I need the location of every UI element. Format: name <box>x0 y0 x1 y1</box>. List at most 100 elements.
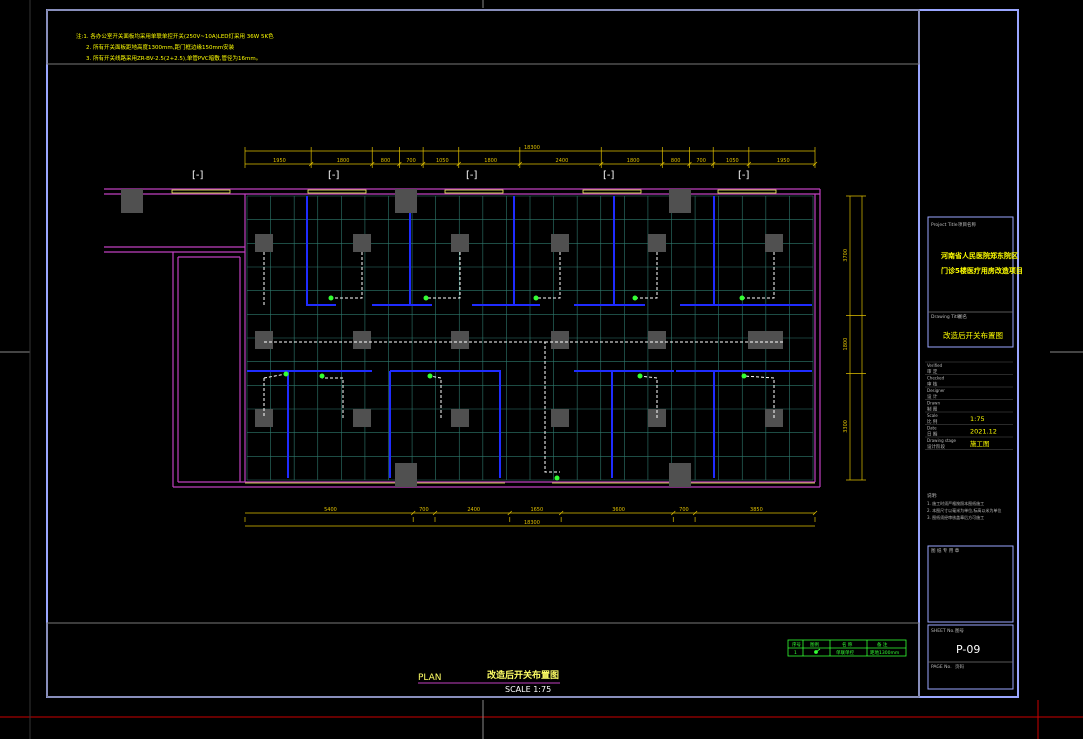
ceiling-light <box>765 331 783 349</box>
legend-header-no: 序号 <box>792 641 801 648</box>
ceiling-light <box>255 331 273 349</box>
door-marker-1: [-] <box>192 170 204 181</box>
sheet-no-label: SHEET No. <box>931 628 955 634</box>
bottom-dimension-total: 18300 <box>524 520 540 526</box>
legend-row-name: 单联单控 <box>836 649 854 656</box>
ceiling-light <box>551 331 569 349</box>
sheet-frame <box>46 9 1019 698</box>
switch-symbol <box>328 295 334 301</box>
right-dimension-segment: 1800 <box>843 338 849 351</box>
page-label: PAGE No. <box>931 664 952 670</box>
tb-row-value: 施工图 <box>970 439 990 448</box>
switches <box>283 295 747 481</box>
plan-title: 改造后开关布置图 <box>487 669 559 681</box>
right-dimension-segment: 3700 <box>843 249 849 262</box>
door-marker-4: [-] <box>603 170 615 181</box>
switch-symbol <box>533 295 539 301</box>
page-cn: 页码 <box>955 663 964 670</box>
top-dimension-segment: 1050 <box>436 158 449 164</box>
ceiling-light <box>353 331 371 349</box>
top-dimension-segment: 800 <box>671 158 681 164</box>
switch-wiring <box>263 252 785 473</box>
project-name-line-1: 河南省人民医院郑东院区 <box>941 251 1018 260</box>
tb-row-value: 1:75 <box>970 415 985 423</box>
top-dimension-segment: 1800 <box>337 158 350 164</box>
tb-row-cn-label: 日 期 <box>927 432 938 438</box>
ceiling-light <box>648 331 666 349</box>
remark-2: 2. 本图尺寸以毫米为单位,标高以米为单位 <box>927 507 1001 513</box>
sheet-number-box: SHEET No. 图号 P-09 PAGE No. 页码 <box>927 624 1014 690</box>
ceiling-light <box>748 331 766 349</box>
ceiling-light <box>353 409 371 427</box>
top-dimension-segment: 700 <box>406 158 416 164</box>
tb-row-cn-label: 设 计 <box>927 393 938 400</box>
right-dimension-segment: 3300 <box>843 420 849 433</box>
tb-row-cn-label: 比 例 <box>927 418 938 425</box>
bottom-dimension-segment: 3600 <box>612 507 625 513</box>
switch-symbol <box>283 371 289 377</box>
stamp-label: 图 纸 专 用 章 <box>931 547 960 554</box>
legend-row-no: 1 <box>794 650 797 656</box>
plan-title-group: PLAN 改造后开关布置图 SCALE 1:75 <box>418 669 560 694</box>
switch-symbol <box>319 373 325 379</box>
switch-symbol <box>554 475 560 481</box>
remarks-title: 说明: <box>927 492 938 499</box>
drawing-title: 改造后开关布置图 <box>943 330 1003 340</box>
ceiling-lights <box>255 234 783 427</box>
tb-row-en-label: Checked <box>927 376 945 381</box>
door-marker-2: [-] <box>328 170 340 181</box>
sheet-number: P-09 <box>956 643 980 656</box>
crosshair-cursor <box>0 0 1083 739</box>
note-line-3: 3. 所有开关线路采用ZR-BV-2.5(2+2.5),单管PVC暗敷,管径为1… <box>86 54 261 62</box>
remarks-block: 说明: 1. 施工时须严格按照本图纸施工 2. 本图尺寸以毫米为单位,标高以米为… <box>927 492 1001 520</box>
ceiling-light <box>451 409 469 427</box>
switch-symbol <box>739 295 745 301</box>
switch-symbol <box>741 373 747 379</box>
top-dimension-segment: 1800 <box>484 158 497 164</box>
legend-header-name: 名 称 <box>842 641 853 648</box>
door-markers: [-] [-] [-] [-] [-] <box>192 170 750 181</box>
tb-row-cn-label: 审 核 <box>927 381 938 388</box>
top-dimension-segment: 1950 <box>273 158 286 164</box>
cad-drawing-canvas: 注:1. 各办公室开关面板均采用单联单控开关(250V~10A)LED灯采用 3… <box>0 0 1083 739</box>
plan-scale: SCALE 1:75 <box>505 685 551 694</box>
tb-row-en-label: Drawing stage <box>927 438 957 443</box>
bottom-dimension-segment: 3850 <box>750 507 763 513</box>
tb-row-value: 2021.12 <box>970 428 997 436</box>
ceiling-light <box>551 234 569 252</box>
project-title-label: Project Title <box>931 222 958 228</box>
top-dimension-segment: 1800 <box>627 158 640 164</box>
remark-1: 1. 施工时须严格按照本图纸施工 <box>927 500 984 506</box>
tb-row-cn-label: 审 定 <box>927 368 938 375</box>
ceiling-light <box>255 409 273 427</box>
drawing-title-cn: 图名 <box>958 313 967 320</box>
switch-symbol <box>427 373 433 379</box>
stamp-box: 图 纸 专 用 章 <box>927 545 1014 623</box>
bottom-dimension-segment: 5400 <box>324 507 337 513</box>
note-line-1: 注:1. 各办公室开关面板均采用单联单控开关(250V~10A)LED灯采用 3… <box>76 32 274 40</box>
top-dimension-total: 18300 <box>524 145 540 151</box>
legend-row-remark: 距地1300mm <box>870 649 899 656</box>
ceiling-light <box>648 234 666 252</box>
tb-row-cn-label: 制 图 <box>927 406 938 413</box>
note-line-2: 2. 所有开关面板距地高度1300mm,距门框边缘150mm安装 <box>86 43 235 51</box>
top-dimension-segment: 2400 <box>556 158 569 164</box>
switch-symbol <box>423 295 429 301</box>
bottom-dimension-segment: 2400 <box>467 507 480 513</box>
plan-label: PLAN <box>418 673 442 683</box>
bottom-dimension-segment: 700 <box>679 507 689 513</box>
notes: 注:1. 各办公室开关面板均采用单联单控开关(250V~10A)LED灯采用 3… <box>76 32 274 62</box>
legend-header-remark: 备 注 <box>877 641 888 648</box>
top-dimension-segment: 1050 <box>726 158 739 164</box>
tb-row-cn-label: 设计阶段 <box>927 443 945 450</box>
ceiling-light <box>255 234 273 252</box>
bottom-dimension-segment: 700 <box>419 507 429 513</box>
switch-symbol <box>637 373 643 379</box>
switch-symbol <box>632 295 638 301</box>
bottom-dimension-segment: 1650 <box>530 507 543 513</box>
top-dimension-segment: 800 <box>381 158 391 164</box>
ceiling-light <box>451 331 469 349</box>
tb-row-en-label: Scale <box>927 413 938 418</box>
remark-3: 3. 图纸须经审核盖章后方可施工 <box>927 514 984 520</box>
partitions <box>247 196 812 478</box>
